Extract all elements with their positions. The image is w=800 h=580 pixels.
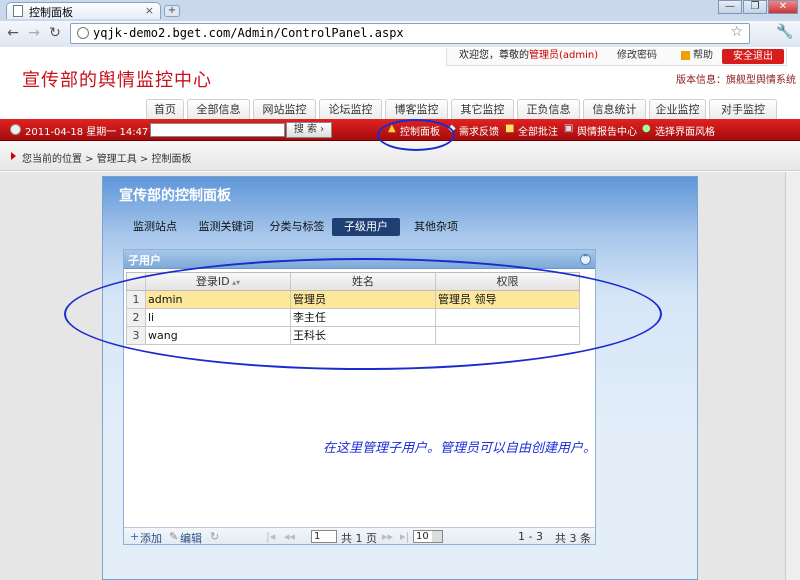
record-range: 1 - 3 — [518, 530, 543, 543]
all-annotations-link[interactable]: 全部批注 — [518, 123, 558, 138]
tab-monitor-keywords[interactable]: 监测关键词 — [195, 218, 257, 236]
change-password-link[interactable]: 修改密码 — [617, 48, 657, 64]
collapse-icon[interactable]: ⌃ — [580, 254, 591, 265]
new-tab-button[interactable]: + — [164, 5, 180, 17]
tab-home[interactable]: 首页 — [146, 99, 184, 119]
highlight-oval-control-panel — [377, 119, 455, 151]
browser-chrome: 控制面板 × + — ❐ ✕ ← → ↻ yqjk-demo2.bget.com… — [0, 0, 800, 47]
page-icon — [13, 5, 23, 17]
last-page-icon[interactable]: ▸| — [400, 530, 409, 543]
url-text: yqjk-demo2.bget.com/Admin/ControlPanel.a… — [93, 26, 404, 40]
report-icon: ▣ — [564, 123, 574, 134]
bookmark-star-icon[interactable]: ☆ — [730, 24, 743, 40]
choose-style-link[interactable]: 选择界面风格 — [655, 123, 715, 138]
reload-icon[interactable]: ↻ — [47, 25, 63, 41]
globe-icon — [77, 27, 89, 39]
main-tabs: 首页 全部信息 网站监控 论坛监控 博客监控 其它监控 正负信息 信息统计 企业… — [0, 99, 800, 119]
tab-misc[interactable]: 其他杂项 — [411, 218, 461, 236]
add-icon: + — [130, 530, 140, 543]
tab-pos-neg-info[interactable]: 正负信息 — [517, 99, 580, 119]
feedback-link[interactable]: 需求反馈 — [459, 123, 499, 138]
control-panel: 宣传部的控制面板 监测站点 监测关键词 分类与标签 子级用户 其他杂项 子用户 … — [102, 176, 698, 580]
forward-icon[interactable]: → — [26, 25, 42, 41]
grid-pager: + 添加 ✎ 编辑 ↻ |◂ ◂◂ 1 共 1 页 ▸▸ ▸| 10 1 - 3… — [124, 527, 595, 546]
tab-title: 控制面板 — [29, 6, 73, 19]
maximize-button[interactable]: ❐ — [743, 0, 767, 14]
first-page-icon[interactable]: |◂ — [266, 530, 275, 543]
page-number-input[interactable]: 1 — [311, 530, 337, 543]
wrench-icon[interactable]: 🔧 — [776, 24, 793, 40]
panel-title: 宣传部的控制面板 — [119, 188, 231, 204]
welcome-text: 欢迎您，尊敬的 — [459, 50, 529, 61]
add-button[interactable]: 添加 — [140, 530, 162, 546]
site-title: 宣传部的舆情监控中心 — [22, 70, 212, 91]
search-input[interactable] — [150, 123, 285, 137]
tab-blog-monitor[interactable]: 博客监控 — [385, 99, 448, 119]
tab-forum-monitor[interactable]: 论坛监控 — [319, 99, 382, 119]
annotate-icon: ■ — [505, 123, 515, 134]
tab-close-icon[interactable]: × — [145, 4, 154, 17]
help-link[interactable]: 帮助 — [693, 48, 713, 64]
tab-statistics[interactable]: 信息统计 — [583, 99, 646, 119]
grid-title: 子用户 — [128, 254, 161, 267]
browser-tab[interactable]: 控制面板 × — [6, 2, 161, 19]
prev-page-icon[interactable]: ◂◂ — [284, 530, 295, 543]
back-icon[interactable]: ← — [5, 25, 21, 41]
edit-button[interactable]: 编辑 — [180, 530, 202, 546]
address-bar[interactable]: yqjk-demo2.bget.com/Admin/ControlPanel.a… — [70, 23, 750, 44]
date-time: 2011-04-18 星期一 14:47 — [25, 127, 149, 138]
edit-icon: ✎ — [169, 530, 179, 543]
tab-categories-tags[interactable]: 分类与标签 — [267, 218, 327, 236]
page-scrollbar[interactable] — [785, 172, 800, 580]
breadcrumb-arrow-icon — [11, 152, 16, 160]
search-button[interactable]: 搜 索 › — [286, 122, 332, 138]
minimize-button[interactable]: — — [718, 0, 742, 14]
page-total: 共 1 页 — [341, 532, 377, 545]
page-size-select[interactable]: 10 — [413, 530, 443, 543]
tab-sub-users[interactable]: 子级用户 — [332, 218, 400, 236]
help-icon — [681, 51, 690, 60]
tab-enterprise-monitor[interactable]: 企业监控 — [649, 99, 706, 119]
record-count: 共 3 条 — [555, 532, 591, 545]
tab-monitor-sites[interactable]: 监测站点 — [129, 218, 181, 236]
annotation-text: 在这里管理子用户。管理员可以自由创建用户。 — [323, 441, 597, 456]
highlight-oval-user-table — [64, 258, 662, 370]
breadcrumb-text: 您当前的位置 > 管理工具 > 控制面板 — [22, 154, 192, 165]
logout-button[interactable]: 安全退出 — [722, 49, 784, 64]
tab-website-monitor[interactable]: 网站监控 — [253, 99, 316, 119]
palette-icon: ● — [642, 123, 651, 134]
navigation-bar: ← → ↻ yqjk-demo2.bget.com/Admin/ControlP… — [0, 21, 800, 47]
next-page-icon[interactable]: ▸▸ — [382, 530, 393, 543]
user-link[interactable]: 管理员(admin) — [529, 48, 598, 64]
tab-competitor-monitor[interactable]: 对手监控 — [709, 99, 777, 119]
refresh-icon[interactable]: ↻ — [210, 530, 219, 543]
clock-icon — [10, 124, 21, 135]
tab-other-monitor[interactable]: 其它监控 — [451, 99, 514, 119]
report-center-link[interactable]: 舆情报告中心 — [577, 123, 637, 138]
tab-all-info[interactable]: 全部信息 — [187, 99, 250, 119]
close-window-button[interactable]: ✕ — [768, 0, 798, 14]
version-info: 版本信息：旗舰型舆情系统 — [676, 75, 796, 86]
